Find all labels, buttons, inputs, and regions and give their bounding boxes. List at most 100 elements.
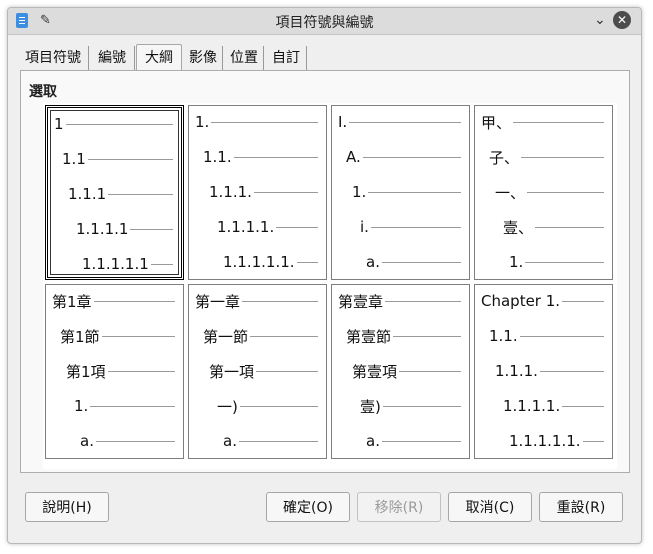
outline-level-label: 1.1.1. xyxy=(209,183,252,201)
outline-level-line xyxy=(527,192,604,193)
cancel-button[interactable]: 取消(C) xyxy=(448,492,532,522)
window-title: 項目符號與編號 xyxy=(275,15,374,31)
outline-level-line xyxy=(150,264,173,265)
outline-level-label: 壹) xyxy=(360,397,381,416)
outline-level-line xyxy=(90,406,175,407)
outline-level-1: 1 xyxy=(54,114,173,134)
outline-preset-5[interactable]: 第1章第1節第1項 1. a. xyxy=(45,284,184,459)
outline-preset-4[interactable]: 甲、子、一、壹、 1. xyxy=(474,105,613,280)
outline-level-4: 1.1.1.1. xyxy=(503,396,604,416)
tab-image[interactable]: 影像 xyxy=(184,46,223,70)
outline-level-label: 壹、 xyxy=(503,218,534,237)
outline-level-line xyxy=(370,227,461,228)
outline-level-label: 1.1.1.1.1 xyxy=(82,255,149,273)
tab-numbering[interactable]: 編號 xyxy=(90,46,135,70)
outline-level-label: 1.1. xyxy=(489,327,518,345)
outline-level-line xyxy=(535,227,604,228)
outline-level-5: a. xyxy=(80,431,175,451)
outline-level-2: 子、 xyxy=(489,147,604,167)
tab-position[interactable]: 位置 xyxy=(225,46,264,70)
outline-level-label: 一、 xyxy=(495,183,526,202)
outline-level-4: 1. xyxy=(74,396,175,416)
outline-level-label: 第1章 xyxy=(52,292,92,311)
outline-level-line xyxy=(276,227,318,228)
outline-level-line xyxy=(562,301,604,302)
outline-level-line xyxy=(393,336,461,337)
outline-preset-8[interactable]: Chapter 1. 1.1. 1.1.1. 1.1.1.1. 1.1.1.1.1. xyxy=(474,284,613,459)
outline-level-label: 第1項 xyxy=(66,362,106,381)
outline-level-line xyxy=(519,336,604,337)
bullets-numbering-dialog: ✎ 項目符號與編號 ⌄ ✕ 項目符號 編號 大綱 影像 位置 自訂 選取 1 1.… xyxy=(7,7,642,544)
outline-level-3: 第壹項 xyxy=(352,361,461,381)
outline-level-label: 1.1.1.1. xyxy=(217,218,275,236)
tab-outline[interactable]: 大綱 xyxy=(136,44,182,72)
outline-level-line xyxy=(242,301,318,302)
outline-level-label: 1. xyxy=(74,397,89,415)
outline-level-1: 1. xyxy=(195,112,318,132)
outline-preset-3[interactable]: I. A. 1. i. a. xyxy=(331,105,470,280)
outline-level-line xyxy=(253,192,318,193)
outline-level-4: i. xyxy=(360,217,461,237)
outline-level-3: 第一項 xyxy=(209,361,318,381)
outline-level-line xyxy=(239,406,318,407)
tab-customize[interactable]: 自訂 xyxy=(266,46,307,70)
outline-preset-2[interactable]: 1. 1.1. 1.1.1. 1.1.1.1. 1.1.1.1.1. xyxy=(188,105,327,280)
outline-level-label: i. xyxy=(360,218,369,236)
tab-bullets[interactable]: 項目符號 xyxy=(18,46,89,70)
outline-level-line xyxy=(101,336,175,337)
outline-level-line xyxy=(107,371,175,372)
outline-level-label: 1.1.1. xyxy=(495,362,538,380)
outline-level-3: 1.1.1 xyxy=(68,184,173,204)
outline-level-label: 1.1. xyxy=(203,148,232,166)
outline-level-label: 1.1.1.1.1. xyxy=(223,253,295,271)
outline-level-3: 1. xyxy=(352,182,461,202)
outline-level-line xyxy=(381,262,461,263)
outline-level-2: 1.1. xyxy=(489,326,604,346)
outline-level-label: 1.1.1.1. xyxy=(503,397,561,415)
outline-level-line xyxy=(362,157,461,158)
outline-level-label: a. xyxy=(223,432,237,450)
outline-preset-7[interactable]: 第壹章 第壹節 第壹項 壹) a. xyxy=(331,284,470,459)
outline-level-line xyxy=(250,336,318,337)
delete-button[interactable]: 移除(R) xyxy=(357,492,441,522)
help-button[interactable]: 說明(H) xyxy=(25,492,109,522)
outline-level-3: 一、 xyxy=(495,182,604,202)
outline-level-label: 第一節 xyxy=(203,327,249,346)
outline-level-4: 壹、 xyxy=(503,217,604,237)
outline-level-4: 壹) xyxy=(360,396,461,416)
outline-level-line xyxy=(65,124,173,125)
outline-level-label: a. xyxy=(80,432,94,450)
outline-level-label: 第一項 xyxy=(209,362,255,381)
ok-button[interactable]: 確定(O) xyxy=(266,492,350,522)
outline-level-label: 第壹節 xyxy=(346,327,392,346)
outline-level-line xyxy=(382,406,461,407)
outline-level-label: Chapter 1. xyxy=(481,292,561,310)
outline-level-label: 1. xyxy=(195,113,210,131)
outline-level-label: 1.1.1 xyxy=(68,185,107,203)
outline-level-2: A. xyxy=(346,147,461,167)
reset-button[interactable]: 重設(R) xyxy=(539,492,623,522)
outline-level-label: A. xyxy=(346,148,361,166)
outline-level-1: 第一章 xyxy=(195,291,318,311)
outline-panel: 選取 1 1.1 1.1.1 1.1.1.1 1.1.1.1.1 1. 1.1. 1.1.1.… xyxy=(20,70,630,473)
outline-level-line xyxy=(95,441,175,442)
outline-preset-1[interactable]: 1 1.1 1.1.1 1.1.1.1 1.1.1.1.1 xyxy=(45,105,184,280)
chevron-down-icon[interactable]: ⌄ xyxy=(594,11,606,29)
outline-level-label: 第1節 xyxy=(60,327,100,346)
outline-level-1: Chapter 1. xyxy=(481,291,604,311)
outline-level-label: 1. xyxy=(509,253,524,271)
outline-level-1: I. xyxy=(338,112,461,132)
outline-level-line xyxy=(256,371,318,372)
outline-level-5: 1.1.1.1.1 xyxy=(82,254,173,274)
outline-level-5: 1.1.1.1.1. xyxy=(509,431,604,451)
close-icon[interactable]: ✕ xyxy=(613,11,631,29)
outline-preset-6[interactable]: 第一章第一節第一項一) a. xyxy=(188,284,327,459)
outline-level-line xyxy=(108,194,173,195)
outline-level-label: 一) xyxy=(217,397,238,416)
outline-level-line xyxy=(87,159,173,160)
titlebar: ✎ 項目符號與編號 ⌄ ✕ xyxy=(8,8,641,35)
outline-level-label: 甲、 xyxy=(481,113,512,132)
outline-level-label: a. xyxy=(366,253,380,271)
outline-level-line xyxy=(238,441,318,442)
outline-level-label: a. xyxy=(366,432,380,450)
